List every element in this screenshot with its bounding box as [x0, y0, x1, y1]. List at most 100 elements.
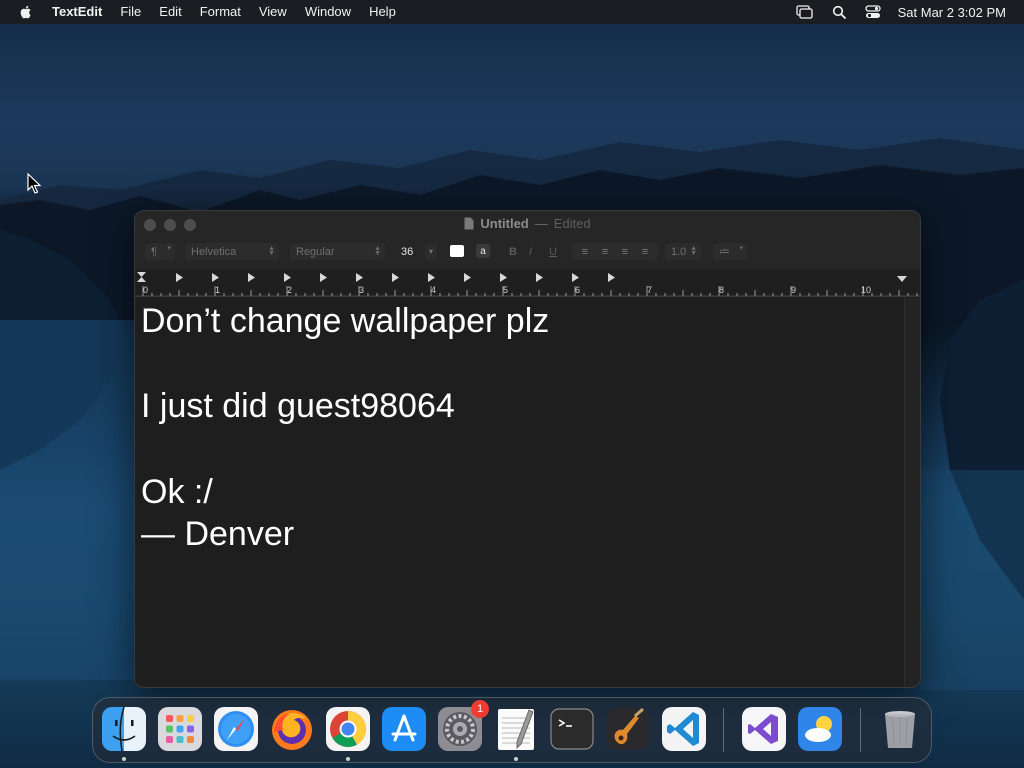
- ruler-number: 3: [359, 285, 365, 295]
- document-text-area[interactable]: Don’t change wallpaper plz I just did gu…: [135, 298, 906, 686]
- document-name: Untitled: [480, 216, 529, 231]
- underline-button[interactable]: U: [549, 243, 557, 260]
- ruler-number: 6: [575, 285, 581, 295]
- align-center-icon[interactable]: ≡: [595, 246, 615, 258]
- text-color-well[interactable]: [450, 245, 464, 257]
- font-size-field[interactable]: 36 ▾: [401, 243, 437, 260]
- menu-view[interactable]: View: [259, 0, 287, 24]
- safari-icon: [214, 707, 258, 751]
- line-spacing-value: 1.0: [671, 245, 687, 258]
- ruler-number: 4: [431, 285, 437, 295]
- dock-finder[interactable]: [101, 706, 147, 752]
- visual-studio-icon: [742, 707, 786, 751]
- textedit-icon: [498, 709, 534, 750]
- running-indicator: [122, 757, 126, 761]
- dock-app-store[interactable]: [381, 706, 427, 752]
- font-family-popup[interactable]: Helvetica ▲ ▼: [185, 243, 279, 260]
- menu-bar: TextEdit File Edit Format View Window He…: [0, 0, 1024, 24]
- garageband-guitar-icon: [607, 707, 649, 750]
- notification-badge: 1: [471, 700, 489, 718]
- menu-help[interactable]: Help: [369, 0, 396, 24]
- terminal-icon: [550, 708, 594, 750]
- textedit-window: Untitled — Edited ¶ ▾ Helvetica ▲ ▼ Regul…: [134, 210, 921, 688]
- background-color-well[interactable]: a: [476, 244, 490, 258]
- document-icon: [464, 217, 474, 230]
- background-color-label: a: [480, 245, 486, 257]
- menu-format[interactable]: Format: [200, 0, 241, 24]
- finder-icon: [102, 706, 146, 752]
- chevron-down-icon: ▾: [739, 245, 743, 252]
- bold-button[interactable]: B: [509, 243, 517, 260]
- dock-separator: [723, 708, 724, 752]
- document-line: Don’t change wallpaper plz: [141, 302, 550, 340]
- screen-mirroring-icon[interactable]: [796, 4, 814, 20]
- trash-icon: [885, 711, 915, 748]
- menu-file[interactable]: File: [120, 0, 141, 24]
- mouse-pointer-icon: [27, 173, 41, 194]
- ruler-number: 10: [861, 285, 872, 295]
- menu-window[interactable]: Window: [305, 0, 351, 24]
- dock: 1: [92, 697, 932, 763]
- list-bullets-icon: ≔: [719, 246, 730, 258]
- stepper-arrows-icon: ▲ ▼: [690, 245, 697, 257]
- align-justify-icon[interactable]: ≡: [635, 246, 655, 258]
- running-indicator: [346, 757, 350, 761]
- document-line: Ok :/: [141, 472, 213, 511]
- chevron-down-icon: ▾: [167, 245, 171, 252]
- dock-terminal[interactable]: [549, 706, 595, 752]
- menu-app-name[interactable]: TextEdit: [52, 0, 102, 24]
- align-left-icon[interactable]: ≡: [575, 246, 595, 258]
- alignment-segmented-control: ≡ ≡ ≡ ≡: [572, 243, 658, 260]
- document-line: I just did guest98064: [141, 387, 455, 426]
- control-center-icon[interactable]: [864, 4, 882, 20]
- chrome-icon: [326, 707, 370, 751]
- line-spacing-popup[interactable]: 1.0 ▲ ▼: [665, 243, 701, 260]
- running-indicator: [514, 757, 518, 761]
- dock-safari[interactable]: [213, 706, 259, 752]
- dock-trash[interactable]: [877, 706, 923, 752]
- ruler-ticks: [135, 272, 920, 297]
- launchpad-icon: [158, 707, 202, 751]
- search-icon[interactable]: [830, 4, 848, 20]
- dock-firefox[interactable]: [269, 706, 315, 752]
- align-right-icon[interactable]: ≡: [615, 246, 635, 258]
- menu-edit[interactable]: Edit: [159, 0, 181, 24]
- dock-google-chrome[interactable]: [325, 706, 371, 752]
- italic-button[interactable]: I: [529, 243, 532, 260]
- dock-garageband[interactable]: [605, 706, 651, 752]
- firefox-icon: [272, 710, 312, 750]
- ruler-number: 0: [143, 285, 149, 295]
- paragraph-style-popup[interactable]: ¶ ▾: [145, 243, 175, 260]
- list-style-popup[interactable]: ≔ ▾: [713, 243, 747, 260]
- font-size-value: 36: [401, 245, 414, 258]
- document-line: — Denver: [141, 515, 295, 554]
- title-separator: —: [534, 216, 548, 231]
- dock-visual-studio[interactable]: [741, 706, 787, 752]
- dock-textedit[interactable]: [493, 706, 539, 752]
- dock-separator: [860, 708, 861, 752]
- ruler-number: 7: [647, 285, 653, 295]
- font-style-popup[interactable]: Regular ▲ ▼: [290, 243, 385, 260]
- ruler-number: 1: [215, 285, 221, 295]
- ruler-number: 5: [503, 285, 509, 295]
- dock-launchpad[interactable]: [157, 706, 203, 752]
- window-titlebar[interactable]: Untitled — Edited ¶ ▾ Helvetica ▲ ▼ Regul…: [135, 211, 920, 269]
- ruler[interactable]: 0 1 2 3 4 5 6 7 8 9 10: [135, 269, 920, 297]
- stepper-arrows-icon: ▲ ▼: [374, 245, 381, 257]
- document-status: Edited: [553, 216, 591, 231]
- paragraph-icon: ¶: [151, 245, 157, 258]
- menu-bar-clock[interactable]: Sat Mar 2 3:02 PM: [898, 5, 1006, 20]
- app-store-icon: [382, 707, 426, 751]
- chevron-down-icon[interactable]: ▾: [425, 243, 437, 260]
- dock-visual-studio-code[interactable]: [661, 706, 707, 752]
- font-style-value: Regular: [296, 245, 335, 258]
- ruler-number: 2: [287, 285, 293, 295]
- vscode-icon: [662, 707, 706, 751]
- dock-system-settings[interactable]: 1: [437, 700, 489, 752]
- dock-weather[interactable]: [797, 706, 843, 752]
- vertical-scrollbar[interactable]: [904, 298, 920, 687]
- window-title: Untitled — Edited: [135, 216, 920, 231]
- apple-menu-icon[interactable]: [18, 4, 34, 20]
- stepper-arrows-icon: ▲ ▼: [268, 245, 275, 257]
